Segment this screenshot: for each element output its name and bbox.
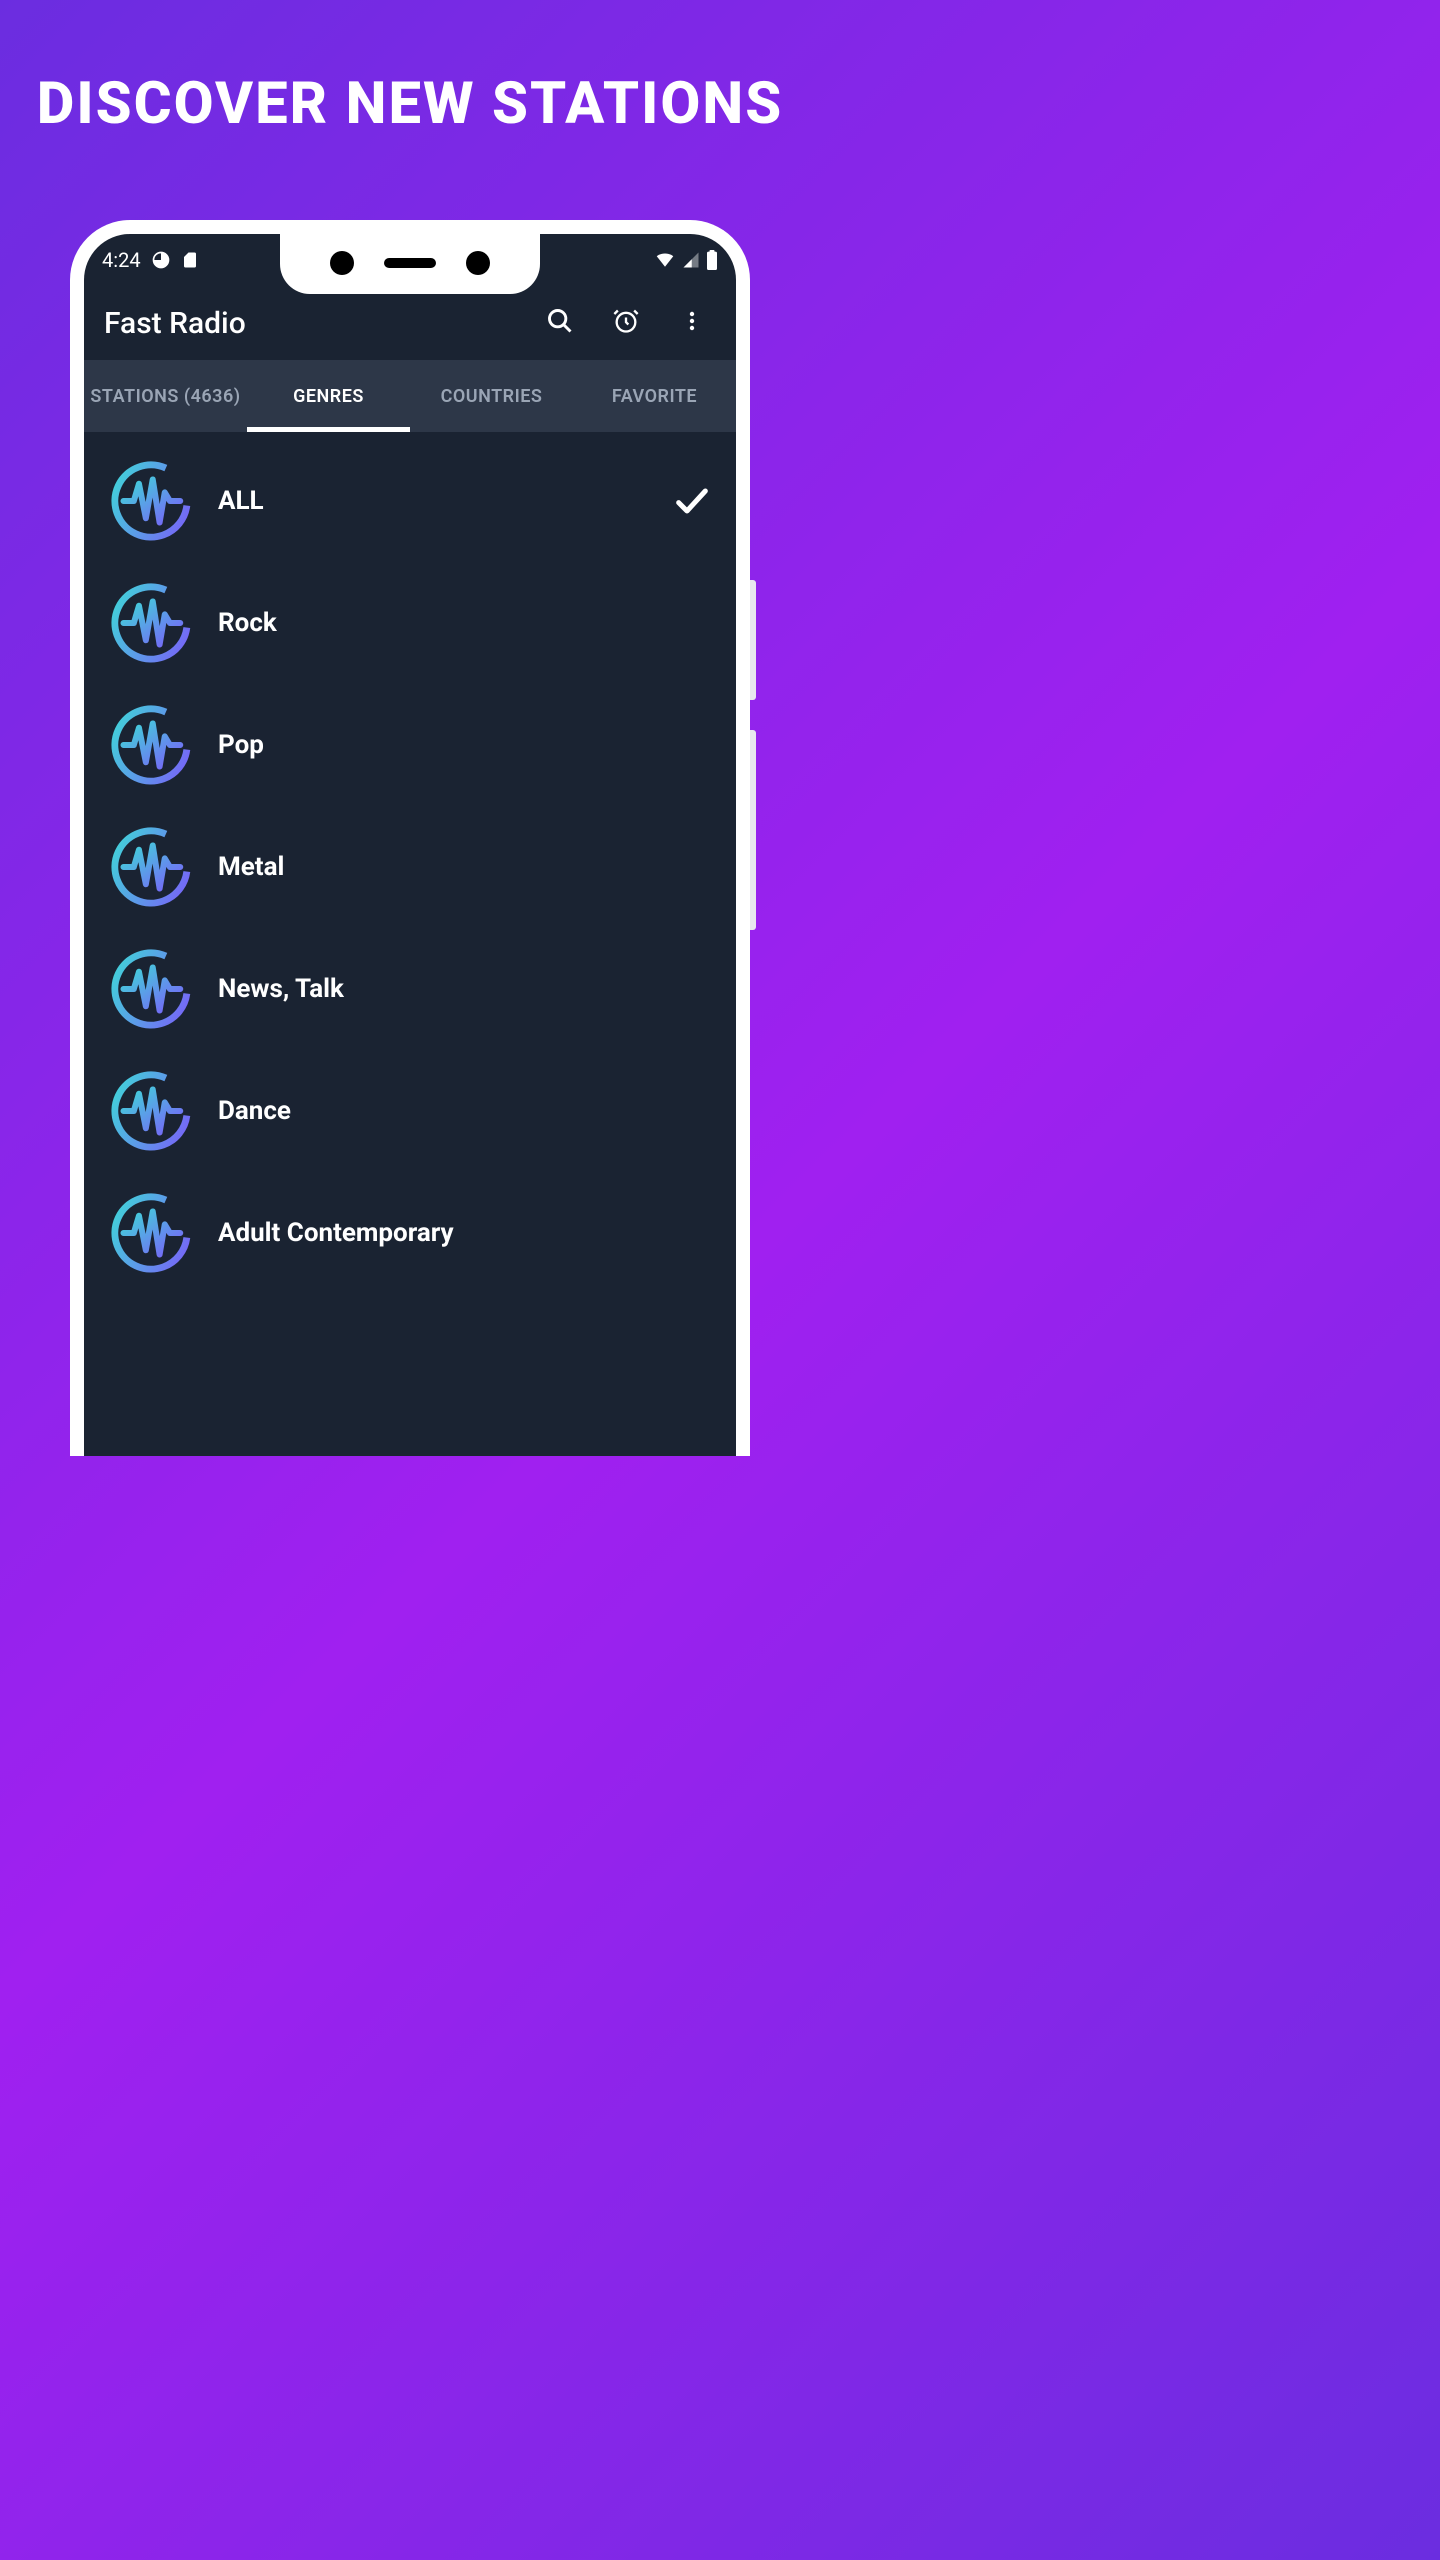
waveform-icon bbox=[108, 946, 194, 1032]
tab-stations-4636-[interactable]: STATIONS (4636) bbox=[84, 360, 247, 432]
genre-item[interactable]: Pop bbox=[84, 684, 736, 806]
genre-item[interactable]: Adult Contemporary bbox=[84, 1172, 736, 1294]
status-time: 4:24 bbox=[102, 248, 141, 272]
genre-item[interactable]: Dance bbox=[84, 1050, 736, 1172]
genre-label: Adult Contemporary bbox=[218, 1218, 712, 1248]
genre-label: Dance bbox=[218, 1096, 712, 1126]
waveform-icon bbox=[108, 458, 194, 544]
battery-icon bbox=[706, 250, 718, 270]
tab-label: STATIONS (4636) bbox=[90, 386, 240, 407]
tab-favorite[interactable]: FAVORITE bbox=[573, 360, 736, 432]
genre-label: Pop bbox=[218, 730, 712, 760]
wifi-icon bbox=[654, 251, 676, 269]
waveform-icon bbox=[108, 824, 194, 910]
genre-item[interactable]: Rock bbox=[84, 562, 736, 684]
genre-label: Rock bbox=[218, 608, 712, 638]
waveform-icon bbox=[108, 580, 194, 666]
app-bar: Fast Radio bbox=[84, 286, 736, 360]
genre-label: ALL bbox=[218, 486, 648, 516]
pie-icon bbox=[151, 250, 171, 270]
tab-label: FAVORITE bbox=[612, 386, 697, 407]
waveform-icon bbox=[108, 1068, 194, 1154]
genre-label: News, Talk bbox=[218, 974, 712, 1004]
genre-label: Metal bbox=[218, 852, 712, 882]
phone-side-button bbox=[750, 730, 756, 930]
app-title: Fast Radio bbox=[104, 306, 518, 341]
search-icon bbox=[546, 307, 574, 339]
more-vert-icon bbox=[680, 307, 704, 339]
promo-headline: DISCOVER NEW STATIONS bbox=[0, 0, 820, 138]
waveform-icon bbox=[108, 1190, 194, 1276]
phone-side-button bbox=[750, 580, 756, 700]
sd-card-icon bbox=[181, 250, 199, 270]
waveform-icon bbox=[108, 702, 194, 788]
genre-item[interactable]: Metal bbox=[84, 806, 736, 928]
tab-bar: STATIONS (4636) GENRES COUNTRIES FAVORITE bbox=[84, 360, 736, 432]
signal-icon bbox=[682, 251, 700, 269]
tab-label: COUNTRIES bbox=[441, 386, 543, 407]
genre-item[interactable]: News, Talk bbox=[84, 928, 736, 1050]
check-icon bbox=[672, 481, 712, 521]
search-button[interactable] bbox=[536, 299, 584, 347]
tab-label: GENRES bbox=[293, 386, 364, 407]
phone-notch bbox=[280, 234, 540, 294]
genre-item[interactable]: ALL bbox=[84, 440, 736, 562]
alarm-button[interactable] bbox=[602, 299, 650, 347]
tab-countries[interactable]: COUNTRIES bbox=[410, 360, 573, 432]
overflow-menu-button[interactable] bbox=[668, 299, 716, 347]
phone-mockup: 4:24 bbox=[70, 220, 750, 1456]
tab-genres[interactable]: GENRES bbox=[247, 360, 410, 432]
genre-list[interactable]: ALL Rock Pop Metal News, Talk Dance Adul… bbox=[84, 432, 736, 1302]
alarm-clock-icon bbox=[612, 307, 640, 339]
